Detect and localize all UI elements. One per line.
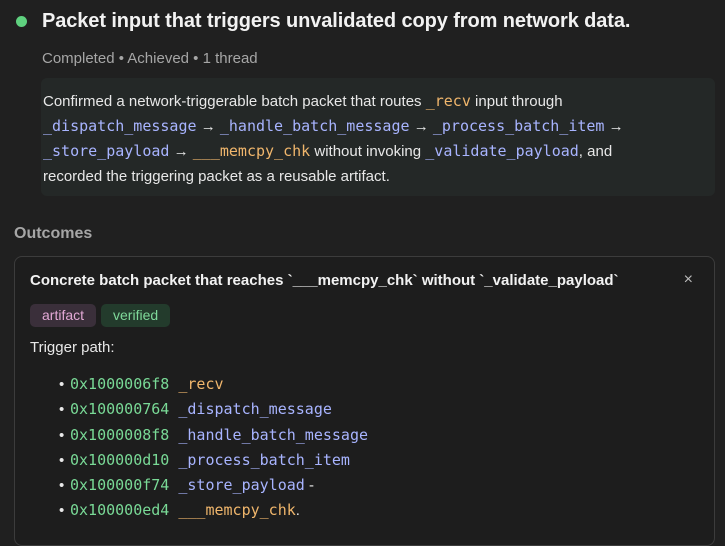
path-symbol: _store_payload — [178, 476, 305, 495]
tag-artifact: artifact — [30, 304, 97, 327]
bullet-icon: • — [59, 502, 65, 520]
summary-text: , and — [578, 143, 613, 160]
code-recv: _recv — [425, 92, 471, 110]
path-item: • 0x100000ed4 ___memcpy_chk. — [59, 498, 368, 523]
tag-list: artifact verified — [30, 304, 171, 327]
path-item: • 0x100000d10 _process_batch_item — [59, 448, 368, 473]
task-title: Packet input that triggers unvalidated c… — [42, 10, 631, 32]
summary-line-3: _store_payload → ___memcpy_chk without i… — [43, 139, 703, 164]
code-memcpy-chk: ___memcpy_chk — [192, 142, 311, 160]
path-address: 0x100000f74 — [70, 476, 170, 495]
bullet-icon: • — [59, 477, 65, 495]
code-process-batch-item: _process_batch_item — [432, 117, 605, 135]
path-item: • 0x100000764 _dispatch_message — [59, 397, 368, 422]
bullet-icon: • — [59, 376, 65, 393]
path-item: • 0x1000006f8 _recv — [59, 372, 368, 397]
code-validate-payload: _validate_payload — [425, 142, 579, 160]
path-symbol: _process_batch_item — [178, 450, 350, 469]
task-meta: Completed • Achieved • 1 thread — [42, 50, 258, 67]
path-symbol: _recv — [178, 375, 224, 393]
summary-line-2: _dispatch_message → _handle_batch_messag… — [43, 114, 703, 139]
bullet-icon: • — [59, 426, 65, 444]
trigger-path-list: • 0x1000006f8 _recv • 0x100000764 _dispatc… — [59, 372, 368, 524]
summary-text: input through — [470, 93, 563, 110]
code-handle-batch-message: _handle_batch_message — [219, 117, 410, 135]
bullet-icon: • — [59, 401, 65, 419]
summary-line-1: Confirmed a network-triggerable batch pa… — [43, 89, 703, 114]
outcomes-heading: Outcomes — [14, 225, 93, 242]
status-dot-icon — [16, 16, 27, 27]
tag-verified: verified — [101, 304, 171, 327]
trigger-path-label: Trigger path: — [30, 339, 115, 356]
path-item: • 0x1000008f8 _handle_batch_message — [59, 423, 368, 448]
code-dispatch-message: _dispatch_message — [43, 117, 197, 135]
summary-line-4: recorded the triggering packet as a reus… — [43, 168, 390, 185]
path-address: 0x100000ed4 — [70, 501, 170, 520]
arrow-icon: → — [608, 118, 624, 135]
path-address: 0x1000006f8 — [70, 375, 170, 393]
path-address: 0x100000764 — [70, 400, 170, 419]
bullet-icon: • — [59, 451, 65, 469]
path-address: 0x100000d10 — [70, 450, 170, 469]
summary-box: Confirmed a network-triggerable batch pa… — [41, 78, 715, 196]
summary-text: without invoking — [310, 143, 426, 160]
arrow-icon: → — [173, 143, 189, 160]
outcome-card: Concrete batch packet that reaches `___m… — [14, 256, 715, 546]
path-symbol: _dispatch_message — [178, 400, 332, 419]
path-symbol: ___memcpy_chk — [178, 501, 296, 520]
arrow-icon: → — [413, 118, 429, 135]
path-suffix: . — [295, 502, 300, 520]
path-address: 0x1000008f8 — [70, 425, 170, 444]
outcome-card-title: Concrete batch packet that reaches `___m… — [30, 272, 619, 289]
path-item: • 0x100000f74 _store_payload - — [59, 473, 368, 498]
arrow-icon: → — [200, 118, 216, 135]
path-suffix: - — [304, 477, 314, 495]
path-symbol: _handle_batch_message — [178, 425, 369, 444]
close-icon[interactable]: × — [684, 271, 693, 289]
summary-text: Confirmed a network-triggerable batch pa… — [43, 93, 426, 110]
code-store-payload: _store_payload — [43, 142, 170, 160]
